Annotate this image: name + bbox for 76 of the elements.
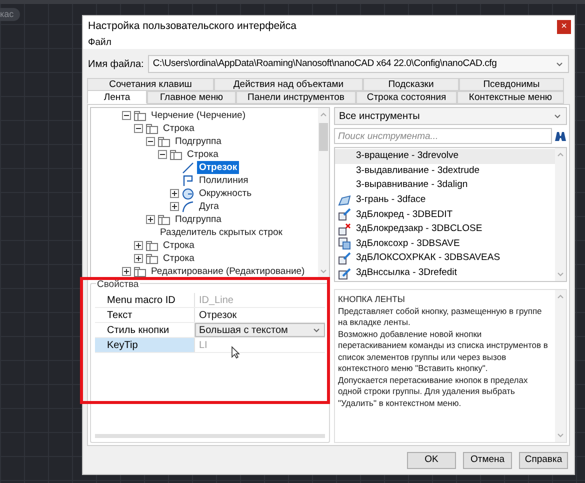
tab[interactable]: Подсказки xyxy=(363,78,459,91)
block-save-icon xyxy=(338,237,351,250)
block-edit-icon xyxy=(338,208,351,222)
menu-item[interactable]: Файл xyxy=(87,36,112,50)
tree-item[interactable]: Подгруппа xyxy=(173,213,224,226)
property-name[interactable]: KeyTip xyxy=(95,338,195,352)
tab[interactable]: Контекстные меню xyxy=(457,91,564,104)
description-text: Допускается перетаскивание кнопок в пределах одной строки группы. Для удаления выбрать "Удалить" в контекстном меню. xyxy=(338,374,529,409)
tab[interactable]: Строка состояния xyxy=(356,91,457,104)
dialog-button[interactable]: OK xyxy=(407,452,456,468)
cursor-icon xyxy=(231,346,240,359)
description-text: Представляет собой кнопку, размещенную в группе на вкладке ленты. xyxy=(338,306,543,328)
description-text: Возможно добавление новой кнопки перетаскиванием команды из списка инструментов в список элементов группы или через вызов контекстного меню "Вставить кнопку". xyxy=(338,328,549,374)
folder-icon xyxy=(146,124,158,134)
window-title: Настройка пользовательского интерфейса xyxy=(88,18,297,34)
file-label: Имя файла: xyxy=(88,58,144,72)
tree-item[interactable]: Редактирование (Редактирование) xyxy=(149,265,307,278)
expand-icon[interactable] xyxy=(122,267,131,276)
tree-item[interactable]: Черчение (Черчение) xyxy=(149,109,248,122)
face-icon xyxy=(338,194,351,206)
collapse-icon[interactable] xyxy=(134,124,143,133)
tab[interactable]: Панели инструментов xyxy=(236,91,356,104)
polyline-icon xyxy=(182,174,194,186)
dialog-button[interactable]: Отмена xyxy=(463,452,512,468)
tree-item[interactable]: Дуга xyxy=(197,200,221,213)
tree-item[interactable]: Строка xyxy=(161,252,196,265)
tree-item[interactable]: Отрезок xyxy=(197,161,240,174)
tree-item[interactable]: Подгруппа xyxy=(173,135,224,148)
folder-icon xyxy=(134,110,146,120)
tree-item[interactable]: Разделитель скрытых строк xyxy=(158,226,284,239)
close-button[interactable]: × xyxy=(557,20,571,34)
circle-icon xyxy=(182,188,194,200)
folder-icon xyxy=(170,150,182,160)
arc-icon xyxy=(182,200,194,212)
expand-icon[interactable] xyxy=(134,241,143,250)
tab[interactable]: Псевдонимы xyxy=(459,78,564,91)
property-dropdown[interactable]: Большая с текстом xyxy=(195,323,325,337)
caret-icon xyxy=(313,328,320,332)
folder-icon xyxy=(146,254,158,264)
caret-icon xyxy=(556,62,563,66)
folder-icon xyxy=(134,266,146,276)
tab[interactable]: Лента xyxy=(87,90,147,104)
tree-item[interactable]: Строка xyxy=(161,122,196,135)
scrollbar[interactable] xyxy=(318,108,329,278)
description-title: КНОПКА ЛЕНТЫ xyxy=(338,294,406,306)
block-edit-icon xyxy=(338,252,351,265)
collapse-icon[interactable] xyxy=(158,150,167,159)
expand-icon[interactable] xyxy=(170,202,179,211)
line-icon xyxy=(182,162,194,174)
tree-item[interactable]: Строка xyxy=(161,239,196,252)
folder-icon xyxy=(158,214,170,224)
background-chip: кас xyxy=(0,8,20,21)
dialog-button[interactable]: Справка xyxy=(519,452,568,468)
folder-icon xyxy=(158,136,170,146)
block-close-icon xyxy=(338,222,351,236)
collapse-icon[interactable] xyxy=(146,137,155,146)
tab[interactable]: Сочетания клавиш xyxy=(87,78,214,91)
reference-edit-icon xyxy=(338,266,351,280)
caret-icon xyxy=(554,114,561,118)
tab[interactable]: Действия над объектами xyxy=(214,78,363,91)
tree-item[interactable]: Строка xyxy=(185,148,220,161)
search-field[interactable]: Поиск инструмента... xyxy=(334,128,552,144)
expand-icon[interactable] xyxy=(134,254,143,263)
file-path-dropdown[interactable]: C:\Users\ordina\AppData\Roaming\Nanosoft\nanoCAD x64 22.0\Config\nanoCAD.cfg xyxy=(148,55,569,73)
binoculars-icon[interactable] xyxy=(554,130,567,142)
expand-icon[interactable] xyxy=(170,189,179,198)
collapse-icon[interactable] xyxy=(122,111,131,120)
folder-icon xyxy=(146,240,158,250)
tree-item[interactable]: Полилиния xyxy=(197,174,250,187)
tree-item[interactable]: Окружность xyxy=(197,187,254,200)
tool-filter-dropdown[interactable]: Все инструменты xyxy=(334,107,567,125)
expand-icon[interactable] xyxy=(146,215,155,224)
property-value[interactable]: Отрезок xyxy=(195,308,325,322)
tool-item[interactable]: 3-вращение - 3drevolve xyxy=(335,149,555,164)
scroll-thumb[interactable] xyxy=(319,123,328,151)
tab[interactable]: Главное меню xyxy=(147,91,236,104)
